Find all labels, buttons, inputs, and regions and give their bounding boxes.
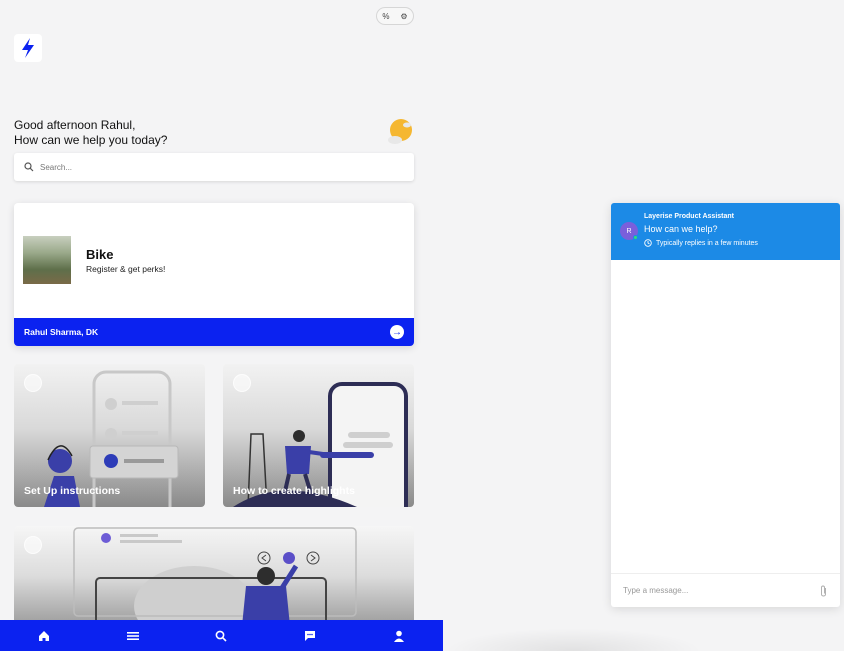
chat-icon[interactable]: [304, 630, 316, 642]
greeting-line-2: How can we help you today?: [14, 133, 168, 147]
tile-setup-instructions[interactable]: Set Up instructions: [14, 364, 205, 507]
chat-widget: R Layerise Product Assistant How can we …: [611, 203, 840, 607]
product-card[interactable]: Bike Register & get perks! Rahul Sharma,…: [14, 203, 414, 346]
search-icon: [24, 162, 34, 172]
home-icon[interactable]: [38, 630, 50, 642]
product-owner: Rahul Sharma, DK: [24, 327, 99, 337]
assistant-name: Layerise Product Assistant: [644, 213, 734, 220]
tile-type-icon: [233, 374, 251, 392]
product-image: [23, 236, 71, 284]
weather-icon: [385, 117, 415, 147]
attachment-icon[interactable]: [819, 584, 828, 602]
play-icon[interactable]: [24, 536, 42, 554]
menu-icon[interactable]: [126, 630, 139, 642]
search-bar[interactable]: [14, 153, 414, 181]
search-input[interactable]: [40, 162, 380, 172]
chat-header: R Layerise Product Assistant How can we …: [611, 203, 840, 260]
tile-video[interactable]: [14, 526, 414, 626]
greeting-line-1: Good afternoon Rahul,: [14, 118, 136, 132]
profile-icon[interactable]: [393, 630, 405, 642]
tile-type-icon: [24, 374, 42, 392]
product-owner-bar[interactable]: Rahul Sharma, DK →: [14, 318, 414, 346]
video-illustration: [73, 527, 357, 626]
chat-input-bar[interactable]: [611, 573, 840, 607]
percent-icon[interactable]: %: [382, 12, 389, 21]
settings-icon[interactable]: ⚙: [400, 12, 407, 21]
arrow-right-icon[interactable]: →: [390, 325, 404, 339]
tile-title: How to create highlights: [233, 485, 355, 497]
reply-time: Typically replies in a few minutes: [644, 239, 758, 247]
lightning-icon: [22, 38, 34, 58]
tile-title: Set Up instructions: [24, 485, 121, 497]
top-pill: % ⚙: [376, 7, 414, 25]
shadow-strip: [443, 628, 703, 651]
clock-icon: [644, 239, 652, 247]
greeting: Good afternoon Rahul, How can we help yo…: [14, 118, 167, 148]
bottom-nav: [0, 620, 443, 651]
reply-time-text: Typically replies in a few minutes: [656, 239, 758, 247]
search-icon[interactable]: [215, 630, 228, 642]
logo: [14, 34, 42, 62]
online-status-dot: [633, 235, 638, 240]
chat-headline: How can we help?: [644, 224, 718, 234]
message-input[interactable]: [623, 586, 803, 595]
product-title: Bike: [86, 247, 114, 262]
tile-create-highlights[interactable]: How to create highlights: [223, 364, 414, 507]
product-subtitle: Register & get perks!: [86, 264, 166, 274]
